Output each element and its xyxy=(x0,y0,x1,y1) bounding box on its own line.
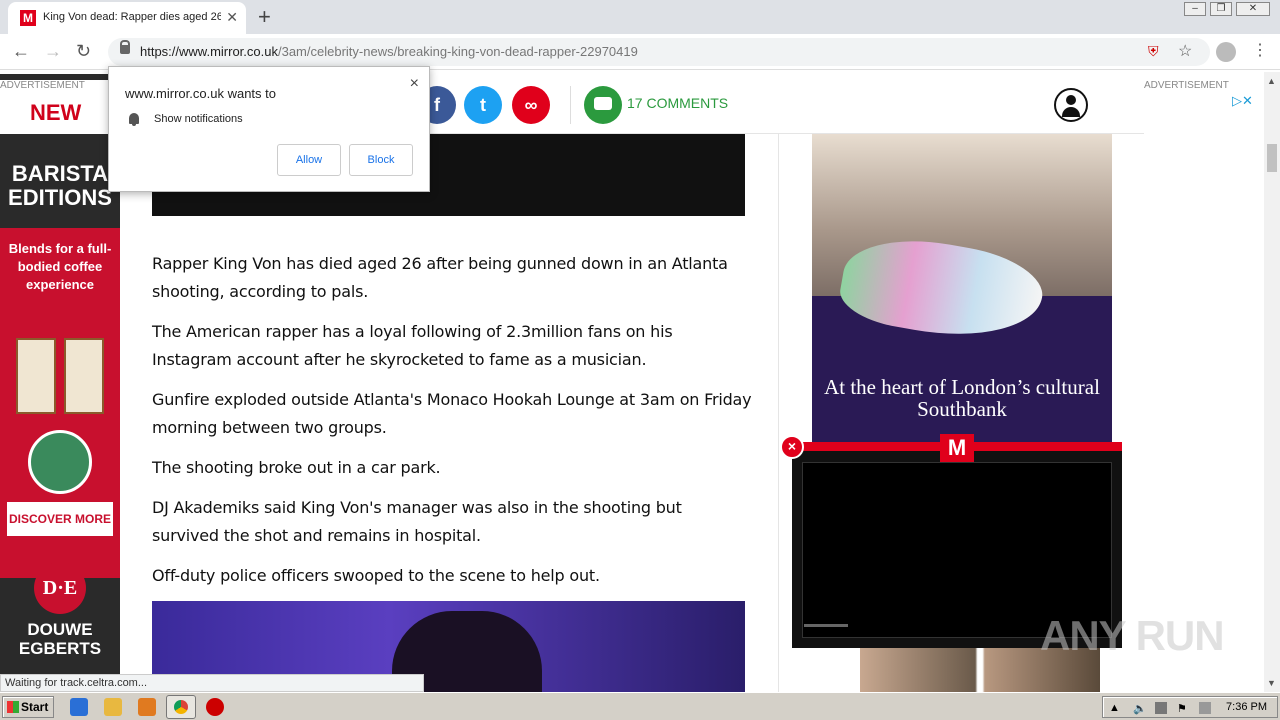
media-player-icon[interactable] xyxy=(138,698,156,716)
right-advertisement[interactable]: At the heart of London’s cultural Southb… xyxy=(812,134,1112,454)
menu-kebab-icon[interactable]: ⋮ xyxy=(1252,40,1268,60)
divider xyxy=(570,86,571,124)
rainforest-certified-icon xyxy=(28,430,92,494)
display-icon[interactable] xyxy=(1199,702,1211,714)
coffee-bag-image xyxy=(16,338,56,414)
windows-taskbar: Start ▲ 🔈 ⚑ 7:36 PM xyxy=(0,692,1280,720)
scroll-thumb[interactable] xyxy=(1267,144,1277,172)
minimize-button[interactable]: – xyxy=(1184,2,1206,16)
volume-icon[interactable]: 🔈 xyxy=(1133,702,1147,715)
comments-icon[interactable] xyxy=(584,86,622,124)
popup-title: www.mirror.co.uk wants to xyxy=(125,86,276,101)
comments-count-link[interactable]: 17 COMMENTS xyxy=(627,95,728,111)
tab-title: King Von dead: Rapper dies aged 26 xyxy=(43,11,221,23)
ad-new-text: NEW xyxy=(30,100,82,125)
block-button[interactable]: Block xyxy=(349,144,413,176)
stop-icon[interactable] xyxy=(206,698,224,716)
article-paragraph: DJ Akademiks said King Von's manager was… xyxy=(152,498,682,545)
discover-more-button[interactable]: DISCOVER MORE xyxy=(7,502,113,536)
article-paragraph: The American rapper has a loyal followin… xyxy=(152,322,673,369)
article-paragraph: The shooting broke out in a car park. xyxy=(152,458,441,477)
account-icon[interactable] xyxy=(1054,88,1088,122)
mirror-logo-icon: M xyxy=(940,434,974,462)
ad-label: ADVERTISEMENT xyxy=(1144,80,1229,91)
windows-logo-icon xyxy=(7,701,19,713)
bookmark-star-icon[interactable]: ☆ xyxy=(1178,41,1192,61)
tray-arrow-icon[interactable]: ▲ xyxy=(1109,702,1121,714)
popup-close-icon[interactable]: × xyxy=(410,75,419,93)
scroll-down-icon[interactable]: ▼ xyxy=(1267,678,1276,688)
allow-button[interactable]: Allow xyxy=(277,144,341,176)
twitter-icon[interactable]: t xyxy=(464,86,502,124)
anyrun-watermark: ANY RUN xyxy=(1040,612,1225,659)
clock[interactable]: 7:36 PM xyxy=(1226,701,1267,713)
ie-icon[interactable] xyxy=(70,698,88,716)
browser-tab-bar: M King Von dead: Rapper dies aged 26 ✕ +… xyxy=(0,0,1280,34)
forward-icon[interactable]: → xyxy=(44,41,62,62)
start-button[interactable]: Start xyxy=(2,696,54,718)
mirror-favicon-icon: M xyxy=(20,10,36,26)
close-window-button[interactable]: ✕ xyxy=(1236,2,1270,16)
ad-headline: BARISTA EDITIONS xyxy=(8,161,112,210)
lock-icon[interactable] xyxy=(120,40,130,54)
ad-brand-name: DOUWE EGBERTS xyxy=(18,620,102,658)
browser-toolbar: ← → ↻ https://www.mirror.co.uk/3am/celeb… xyxy=(0,34,1280,70)
notification-permission-popup: www.mirror.co.uk wants to × Show notific… xyxy=(108,66,430,192)
article-paragraph: Gunfire exploded outside Atlanta's Monac… xyxy=(152,390,752,437)
ad-tagline: Blends for a full-bodied coffee experien… xyxy=(8,241,112,292)
ad-headline: At the heart of London’s cultural Southb… xyxy=(824,375,1100,421)
chrome-icon xyxy=(174,700,188,714)
profile-avatar-icon[interactable] xyxy=(1216,42,1236,62)
copy-link-icon[interactable]: ∞ xyxy=(512,86,550,124)
ad-label: ADVERTISEMENT xyxy=(0,80,120,94)
reload-icon[interactable]: ↻ xyxy=(76,41,91,62)
back-icon[interactable]: ← xyxy=(12,41,30,62)
network-icon[interactable] xyxy=(1155,702,1167,714)
blocked-popup-icon[interactable]: ⛨ xyxy=(1148,43,1159,60)
article-paragraph: Rapper King Von has died aged 26 after b… xyxy=(152,254,728,301)
coffee-bag-image xyxy=(64,338,104,414)
adchoices-icon[interactable]: ▷✕ xyxy=(1232,93,1253,109)
chrome-taskbar-button[interactable] xyxy=(166,695,196,719)
flag-icon[interactable]: ⚑ xyxy=(1177,702,1189,715)
article-paragraph: Off-duty police officers swooped to the … xyxy=(152,566,600,585)
popup-text: Show notifications xyxy=(154,113,243,125)
article-body: Rapper King Von has died aged 26 after b… xyxy=(152,250,752,602)
tab-close-icon[interactable]: ✕ xyxy=(226,9,238,26)
video-progress-bar[interactable] xyxy=(804,624,848,627)
explorer-icon[interactable] xyxy=(104,698,122,716)
new-tab-button[interactable]: + xyxy=(258,4,271,30)
address-bar[interactable]: https://www.mirror.co.uk/3am/celebrity-n… xyxy=(108,38,1210,66)
url-text[interactable]: https://www.mirror.co.uk/3am/celebrity-n… xyxy=(140,44,638,59)
player-close-button[interactable]: × xyxy=(780,435,804,459)
browser-tab[interactable]: M King Von dead: Rapper dies aged 26 ✕ xyxy=(8,2,246,34)
column-divider xyxy=(778,134,779,692)
bell-icon xyxy=(129,113,139,126)
douwe-egberts-logo: D·E xyxy=(34,562,86,614)
left-advertisement[interactable]: ADVERTISEMENT NEW BARISTA EDITIONS Blend… xyxy=(0,74,120,686)
restore-button[interactable]: ❐ xyxy=(1210,2,1232,16)
status-bubble: Waiting for track.celtra.com... xyxy=(0,674,424,692)
system-tray: ▲ 🔈 ⚑ 7:36 PM xyxy=(1102,696,1278,718)
page-scrollbar[interactable]: ▲ ▼ xyxy=(1264,72,1280,692)
scroll-up-icon[interactable]: ▲ xyxy=(1267,76,1276,86)
